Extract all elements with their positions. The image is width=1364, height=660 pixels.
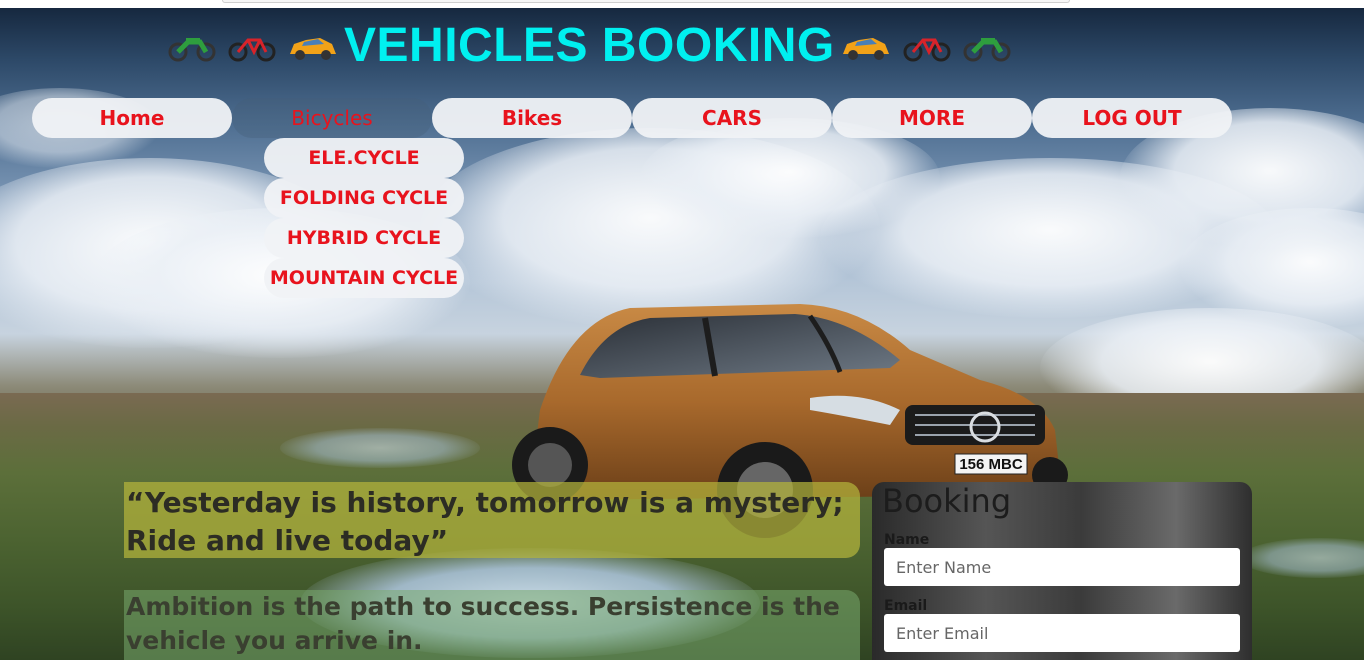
name-input[interactable] [884, 548, 1240, 586]
license-plate-text: 156 MBC [959, 456, 1023, 473]
dropdown-item-mountain-cycle[interactable]: MOUNTAIN CYCLE [264, 258, 464, 298]
nav-bikes[interactable]: Bikes [432, 98, 632, 138]
bicycle-icon [228, 30, 276, 62]
site-title: VEHICLES BOOKING [162, 16, 1017, 76]
motorcycle-icon [963, 30, 1011, 62]
booking-heading: Booking [882, 482, 1012, 520]
quote-secondary-line-1: Ambition is the path to success. Persist… [126, 592, 840, 621]
browser-top-strip [0, 0, 1364, 8]
nav-bicycles[interactable]: Bicycles [232, 98, 432, 138]
site-title-text: VEHICLES BOOKING [344, 19, 835, 72]
dropdown-item-ele-cycle[interactable]: ELE.CYCLE [264, 138, 464, 178]
nav-more[interactable]: MORE [832, 98, 1032, 138]
bicycles-dropdown: ELE.CYCLE FOLDING CYCLE HYBRID CYCLE MOU… [264, 138, 464, 298]
puddle [280, 428, 480, 468]
dropdown-item-folding-cycle[interactable]: FOLDING CYCLE [264, 178, 464, 218]
quote-secondary-line-2: vehicle you arrive in. [126, 626, 423, 655]
dropdown-item-hybrid-cycle[interactable]: HYBRID CYCLE [264, 218, 464, 258]
email-label: Email [884, 598, 928, 614]
quote-primary: “Yesterday is history, tomorrow is a mys… [124, 482, 860, 558]
quote-primary-line-2: Ride and live today” [126, 524, 449, 557]
email-input[interactable] [884, 614, 1240, 652]
booking-form: Booking Name Email [872, 482, 1252, 660]
racecar-icon [841, 30, 891, 62]
nav-home[interactable]: Home [32, 98, 232, 138]
nav-logout[interactable]: LOG OUT [1032, 98, 1232, 138]
name-label: Name [884, 532, 930, 548]
quote-primary-line-1: “Yesterday is history, tomorrow is a mys… [126, 486, 844, 519]
quote-secondary: Ambition is the path to success. Persist… [124, 590, 860, 660]
nav-cars[interactable]: CARS [632, 98, 832, 138]
motorcycle-icon [168, 30, 216, 62]
racecar-icon [288, 30, 338, 62]
bicycle-icon [903, 30, 951, 62]
main-nav: Home Bicycles Bikes CARS MORE LOG OUT [32, 98, 1232, 138]
address-bar-edge [222, 0, 1070, 3]
